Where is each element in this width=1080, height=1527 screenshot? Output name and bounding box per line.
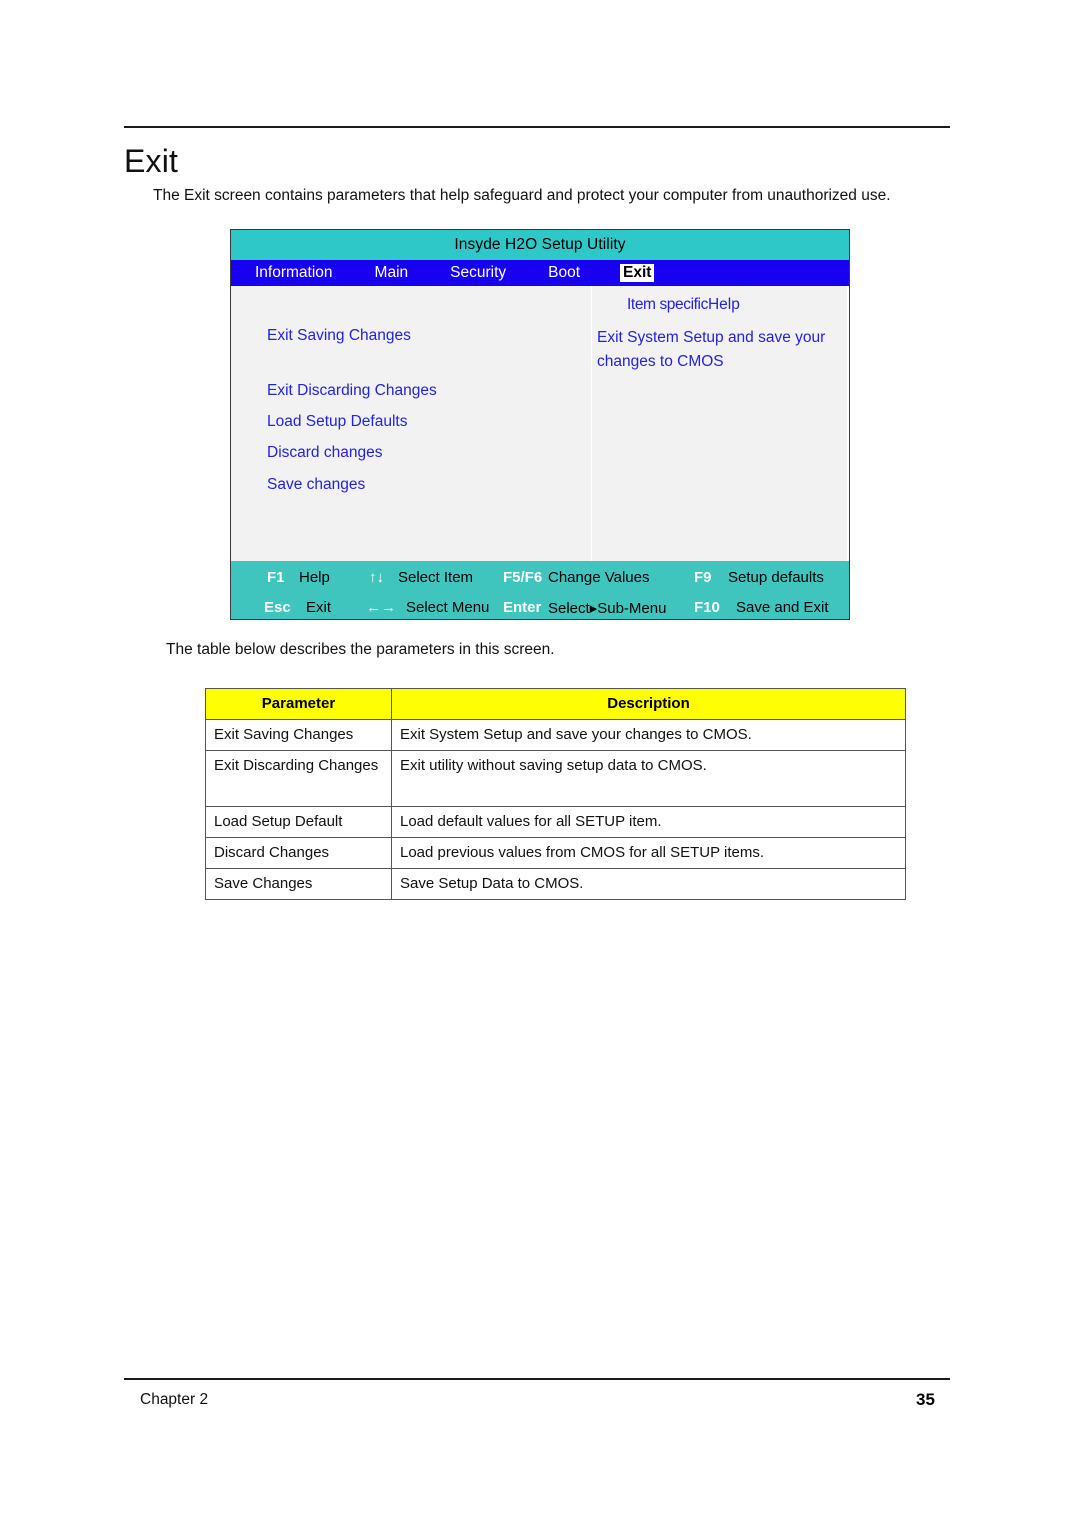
bios-key-esc-desc: Exit [306, 599, 332, 616]
bios-tab-security[interactable]: Security [448, 264, 508, 282]
footer-chapter-label: Chapter 2 [140, 1391, 209, 1408]
table-header-description: Description [391, 688, 906, 720]
bios-key-help-bar: F1 Help ↑↓ Select Item F5/F6 Change Valu… [231, 561, 849, 619]
page-title: Exit [124, 143, 179, 179]
table-cell-description: Exit utility without saving setup data t… [391, 750, 906, 807]
bios-tab-boot[interactable]: Boot [546, 264, 582, 282]
table-cell-parameter: Discard Changes [205, 837, 392, 869]
bios-option-discard-changes[interactable]: Discard changes [267, 444, 382, 462]
table-header-parameter: Parameter [205, 688, 392, 720]
header-divider [124, 126, 950, 128]
bios-tab-exit[interactable]: Exit [620, 264, 655, 282]
bios-key-enter-desc: Select▸Sub-Menu [548, 600, 667, 617]
table-row: Save Changes Save Setup Data to CMOS. [205, 868, 906, 900]
bios-key-f5-f6: F5/F6 [503, 569, 543, 586]
bios-setup-screenshot: Insyde H2O Setup Utility Information Mai… [230, 229, 850, 620]
parameter-table: Parameter Description Exit Saving Change… [205, 688, 906, 900]
bios-menu-bar: Information Main Security Boot Exit [231, 260, 849, 286]
bios-key-f9: F9 [694, 569, 712, 586]
bios-key-select-menu-desc: Select Menu [406, 599, 490, 616]
bios-column-divider [591, 286, 592, 561]
bios-key-f5-f6-desc: Change Values [548, 569, 650, 586]
bios-key-f10-desc: Save and Exit [736, 599, 829, 616]
footer-divider [124, 1378, 950, 1380]
bios-key-f10: F10 [694, 599, 720, 616]
bios-title-bar: Insyde H2O Setup Utility [231, 230, 849, 260]
bios-tab-main[interactable]: Main [373, 264, 411, 282]
bios-option-exit-saving-changes[interactable]: Exit Saving Changes [267, 327, 411, 345]
table-cell-description: Save Setup Data to CMOS. [391, 868, 906, 900]
bios-key-updown-arrows: ↑↓ [369, 569, 384, 586]
bios-content-area: Exit Saving Changes Exit Discarding Chan… [231, 286, 849, 561]
bios-key-esc: Esc [264, 599, 291, 616]
table-cell-parameter: Load Setup Default [205, 806, 392, 838]
bios-key-f9-desc: Setup defaults [728, 569, 824, 586]
bios-key-f1-desc: Help [299, 569, 330, 586]
bios-help-title-part1: Item specific [627, 296, 708, 313]
bios-key-enter: Enter [503, 599, 542, 616]
bios-tab-information[interactable]: Information [253, 264, 335, 282]
bios-option-exit-discarding-changes[interactable]: Exit Discarding Changes [267, 382, 437, 400]
bios-help-title-part2: Help [707, 296, 740, 313]
table-cell-description: Load previous values from CMOS for all S… [391, 837, 906, 869]
footer-page-number: 35 [916, 1390, 935, 1409]
table-cell-description: Exit System Setup and save your changes … [391, 719, 906, 751]
table-cell-parameter: Save Changes [205, 868, 392, 900]
table-cell-description: Load default values for all SETUP item. [391, 806, 906, 838]
bios-option-load-setup-defaults[interactable]: Load Setup Defaults [267, 413, 407, 431]
bios-help-text: Exit System Setup and save your changes … [597, 329, 826, 370]
bios-key-f1: F1 [267, 569, 285, 586]
table-intro-paragraph: The table below describes the parameters… [166, 641, 555, 658]
table-cell-parameter: Exit Discarding Changes [205, 750, 392, 807]
bios-key-leftright-arrows: ←→ [366, 599, 396, 616]
table-row: Discard Changes Load previous values fro… [205, 837, 906, 869]
table-cell-parameter: Exit Saving Changes [205, 719, 392, 751]
table-row: Exit Discarding Changes Exit utility wit… [205, 750, 906, 807]
bios-key-select-item-desc: Select Item [398, 569, 474, 586]
table-header-row: Parameter Description [205, 688, 906, 720]
bios-help-title: Item specificHelp [627, 296, 740, 314]
document-page: Exit The Exit screen contains parameters… [0, 0, 1080, 1527]
intro-paragraph: The Exit screen contains parameters that… [153, 187, 891, 204]
bios-option-save-changes[interactable]: Save changes [267, 476, 365, 494]
table-row: Exit Saving Changes Exit System Setup an… [205, 719, 906, 751]
table-row: Load Setup Default Load default values f… [205, 806, 906, 838]
